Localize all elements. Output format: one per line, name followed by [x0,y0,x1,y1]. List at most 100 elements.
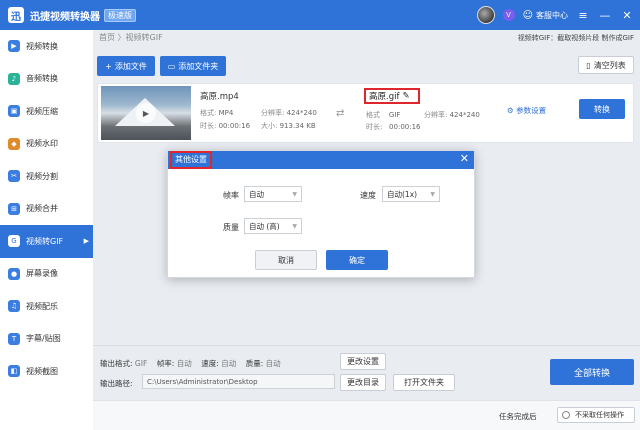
speed-label: 速度 [360,191,376,200]
output-resolution: 分辨率: 424*240 [424,111,480,119]
file-row: ▶ 高原.mp4 格式: MP4 分辨率: 424*240 时长: 00:00:… [97,83,634,143]
play-icon[interactable]: ▶ [136,103,156,123]
clear-list-label: 清空列表 [593,60,626,70]
chevron-down-icon: ▼ [430,190,435,198]
sidebar-item[interactable]: ● 屏幕录像 [0,258,93,291]
convert-button[interactable]: 转换 [579,99,625,119]
sidebar-item[interactable]: ◆ 视频水印 [0,128,93,161]
quality-label: 质量 [223,223,239,232]
video-convert-icon: ▶ [8,40,20,53]
source-duration: 时长: 00:00:16 [200,122,251,130]
add-folder-label: 添加文件夹 [178,61,219,71]
status-bar: 任务完成后 不采取任何操作 [93,400,640,430]
sidebar-item[interactable]: ▣ 视频压缩 [0,95,93,128]
sidebar: ▶ 视频转换 ♪ 音频转换 ▣ 视频压缩 ◆ 视频水印 ✂ 视频分割 ⊞ 视频合并 G 视频转GIF ▶ ● 屏… [0,30,93,430]
clear-list-button[interactable]: ▯ 清空列表 [578,56,634,74]
change-settings-button[interactable]: 更改设置 [340,353,386,370]
sidebar-item-label: 视频转换 [26,41,58,51]
cancel-button[interactable]: 取消 [255,250,317,270]
change-directory-button[interactable]: 更改目录 [340,374,386,391]
sidebar-item[interactable]: ⊞ 视频合并 [0,193,93,226]
change-directory-label: 更改目录 [347,378,379,387]
source-resolution: 分辨率: 424*240 [261,109,317,117]
sidebar-item[interactable]: T 字幕/贴图 [0,323,93,356]
after-task-value: 不采取任何操作 [575,411,624,419]
dialog-close-icon[interactable]: ✕ [460,152,469,165]
trash-icon: ▯ [586,60,591,70]
dialog-header: 其他设置 ✕ [168,151,474,169]
speed-value: 自动(1x) [387,189,418,199]
param-settings-link[interactable]: ⚙ 参数设置 [507,105,546,116]
sidebar-item-label: 视频合并 [26,204,58,214]
output-duration: 时长: 00:00:16 [366,123,421,131]
radio-icon [562,411,570,419]
record-icon: ● [8,267,20,280]
source-file-name: 高原.mp4 [200,92,239,102]
sidebar-item-label: 字幕/贴图 [26,334,61,344]
source-size: 大小: 913.34 KB [261,122,316,130]
quality-value: 自动 (高) [249,221,280,231]
sidebar-item[interactable]: ♫ 视频配乐 [0,290,93,323]
output-path-input[interactable]: C:\Users\Administrator\Desktop [142,374,335,389]
quality-select[interactable]: 自动 (高) ▼ [244,218,302,234]
video-thumbnail[interactable]: ▶ [101,86,191,140]
ok-label: 确定 [349,255,365,265]
menu-icon[interactable]: ≡ [576,9,590,22]
output-settings-panel: 输出格式: GIF 帧率: 自动 速度: 自动 质量: 自动 更改设置 输出路径… [93,345,640,399]
title-bar: 迅 迅捷视频转换器 极速版 V ☺ 客服中心 ≡ — ✕ [0,0,640,30]
speed-select[interactable]: 自动(1x) ▼ [382,186,440,202]
sidebar-item-label: 视频转GIF [26,236,64,246]
watermark-icon: ◆ [8,137,20,150]
gif-icon: G [8,235,20,248]
page-description: 视频转GIF：截取视频片段 制作成GIF [517,34,634,42]
dialog-title: 其他设置 [170,151,212,169]
sidebar-item[interactable]: ◧ 视频截图 [0,355,93,388]
close-button[interactable]: ✕ [620,9,634,22]
add-file-button[interactable]: + 添加文件 [97,56,155,76]
output-path-value: C:\Users\Administrator\Desktop [147,377,258,386]
convert-label: 转换 [594,104,610,114]
add-folder-button[interactable]: ▭ 添加文件夹 [160,56,226,76]
open-folder-button[interactable]: 打开文件夹 [393,374,455,391]
app-title: 迅捷视频转换器 [30,11,100,23]
frame-rate-label: 帧率 [223,191,239,200]
audio-icon: ♪ [8,72,20,85]
chevron-down-icon: ▼ [292,190,297,198]
sidebar-item[interactable]: G 视频转GIF ▶ [0,225,93,258]
sidebar-item[interactable]: ▶ 视频转换 [0,30,93,63]
output-path-label: 输出路径: [100,379,133,388]
other-settings-dialog: 其他设置 ✕ 帧率 自动 ▼ 速度 自动(1x) ▼ 质量 自动 (高) ▼ 取… [167,150,475,278]
ok-button[interactable]: 确定 [326,250,388,270]
app-logo-icon: 迅 [8,7,24,23]
help-center-button[interactable]: ☺ 客服中心 [523,10,568,21]
sidebar-item[interactable]: ✂ 视频分割 [0,160,93,193]
titlebar-controls: V ☺ 客服中心 ≡ — ✕ [476,0,634,30]
after-task-select[interactable]: 不采取任何操作 [557,407,635,423]
convert-all-label: 全部转换 [573,368,610,379]
cancel-label: 取消 [278,255,294,265]
sidebar-item-label: 视频水印 [26,139,58,149]
sidebar-item[interactable]: ♪ 音频转换 [0,63,93,96]
output-name-box[interactable]: 高原.gif ✎ [364,88,420,104]
after-task-label: 任务完成后 [499,412,537,421]
edit-pencil-icon[interactable]: ✎ [402,91,409,101]
split-icon: ✂ [8,170,20,183]
plus-icon: + [105,61,112,71]
minimize-button[interactable]: — [598,9,612,22]
headset-icon: ☺ [522,9,533,21]
open-folder-label: 打开文件夹 [404,378,444,387]
frame-rate-value: 自动 [249,189,264,199]
breadcrumb: 首页 〉视频转GIF [99,33,163,42]
folder-icon: ▭ [167,61,176,71]
add-file-label: 添加文件 [114,61,147,71]
vip-icon[interactable]: V [502,9,515,21]
gear-icon: ⚙ [507,106,514,115]
change-settings-label: 更改设置 [347,357,379,366]
sidebar-item-label: 音频转换 [26,74,58,84]
avatar[interactable] [476,6,495,24]
convert-all-button[interactable]: 全部转换 [550,359,634,385]
frame-rate-select[interactable]: 自动 ▼ [244,186,302,202]
output-summary: 输出格式: GIF 帧率: 自动 速度: 自动 质量: 自动 [100,359,281,368]
compress-icon: ▣ [8,105,20,118]
sidebar-item-label: 视频压缩 [26,106,58,116]
